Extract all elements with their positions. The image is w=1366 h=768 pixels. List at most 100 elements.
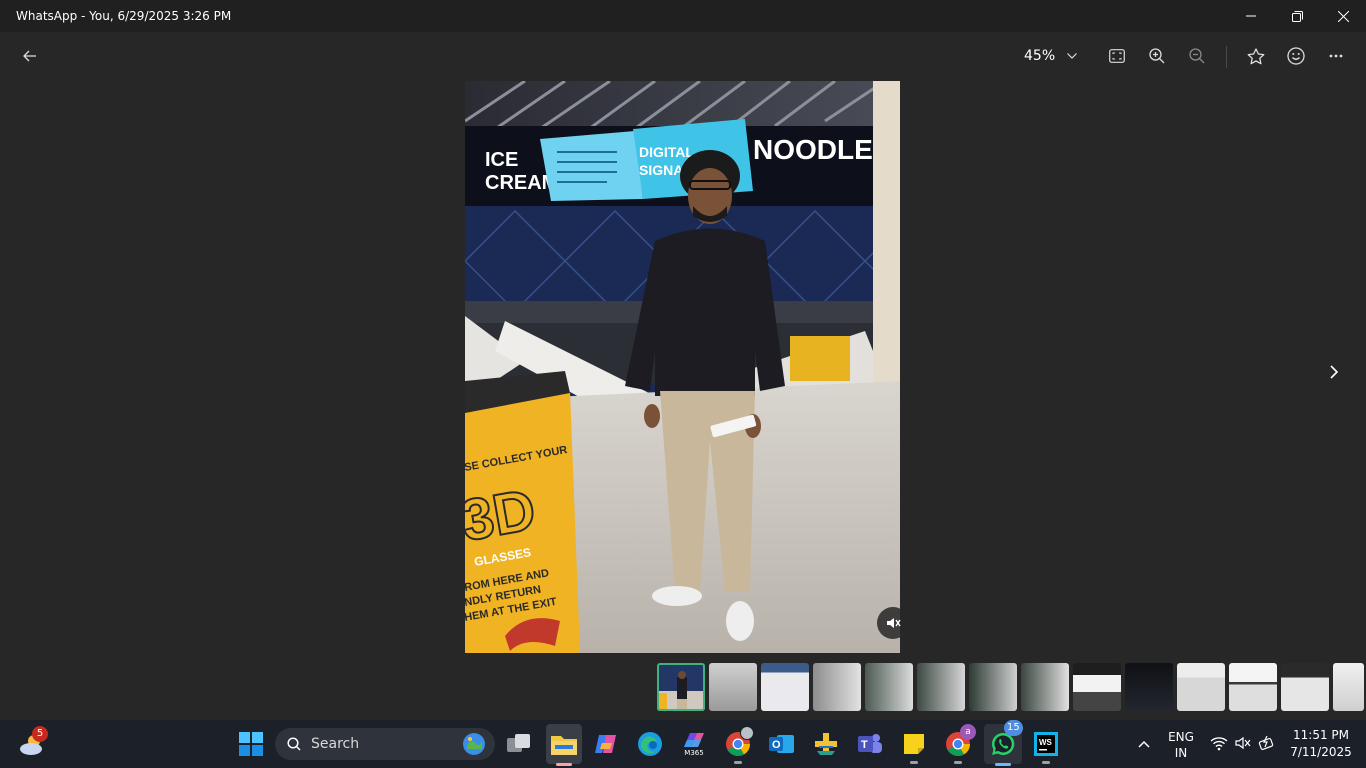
react-emoji-button[interactable] — [1282, 42, 1310, 70]
running-indicator — [954, 761, 962, 764]
star-button[interactable] — [1242, 42, 1270, 70]
emoji-icon — [1287, 47, 1305, 65]
filmstrip-thumb-selected[interactable] — [657, 663, 705, 711]
zoom-out-button[interactable] — [1183, 42, 1211, 70]
star-icon — [1247, 47, 1265, 64]
more-horizontal-icon — [1329, 54, 1343, 58]
photo-illustration: ICE CREAM DIGITAL SIGNAG NOODLES SE COLL… — [465, 81, 900, 653]
region-code: IN — [1174, 746, 1188, 760]
m365-button[interactable]: M365 — [678, 728, 710, 760]
svg-text:T: T — [861, 739, 868, 751]
filmstrip-thumb[interactable] — [1229, 663, 1277, 711]
restore-button[interactable] — [1274, 0, 1320, 32]
close-button[interactable] — [1320, 0, 1366, 32]
app-plus-button[interactable] — [810, 728, 842, 760]
folder-icon — [551, 736, 577, 755]
mute-button[interactable] — [877, 607, 909, 639]
teams-icon: T — [858, 734, 882, 753]
more-options-button[interactable] — [1322, 42, 1350, 70]
filmstrip-thumb[interactable] — [1177, 663, 1225, 711]
chrome-profile-button[interactable]: a — [942, 724, 976, 764]
viewer-toolbar: 45% — [0, 32, 1366, 80]
filmstrip-thumb[interactable] — [865, 663, 913, 711]
taskbar: 5 Search M365 O T a 15 WS ENG IN 11:51 P… — [0, 720, 1366, 768]
chrome-button[interactable] — [722, 726, 754, 764]
filmstrip-thumb[interactable] — [1021, 663, 1069, 711]
zoom-in-button[interactable] — [1143, 42, 1171, 70]
file-explorer-button[interactable] — [546, 724, 582, 766]
clock-date: 7/11/2025 — [1290, 745, 1352, 759]
close-icon — [1337, 10, 1349, 22]
search-placeholder: Search — [311, 736, 360, 752]
wifi-icon — [1210, 737, 1228, 751]
filmstrip-thumb[interactable] — [1073, 663, 1121, 711]
search-icon — [287, 737, 301, 751]
zoom-out-icon — [1189, 48, 1205, 64]
filmstrip-thumb[interactable] — [813, 663, 861, 711]
svg-text:DIGITAL: DIGITAL — [639, 144, 694, 160]
search-highlight-icon — [463, 733, 485, 755]
running-indicator — [734, 761, 742, 764]
windows-logo-icon — [239, 732, 263, 756]
filmstrip-thumb[interactable] — [917, 663, 965, 711]
fit-to-screen-button[interactable] — [1103, 42, 1131, 70]
taskbar-search-box[interactable]: Search — [275, 728, 495, 760]
filmstrip-thumb[interactable] — [1333, 663, 1364, 711]
ice-cream-sign: ICE — [485, 149, 518, 171]
task-view-icon — [507, 734, 530, 752]
edge-icon — [638, 732, 662, 756]
zoom-level: 45% — [1024, 48, 1056, 64]
filmstrip-thumb[interactable] — [1281, 663, 1329, 711]
clock[interactable]: 11:51 PM 7/11/2025 — [1284, 726, 1358, 762]
zoom-in-icon — [1149, 48, 1165, 64]
restore-icon — [1291, 10, 1303, 22]
svg-text:O: O — [772, 739, 781, 751]
speaker-muted-icon — [1235, 736, 1251, 750]
running-indicator — [910, 761, 918, 764]
minimize-icon — [1246, 15, 1256, 17]
thumb-photo-icon — [657, 663, 705, 711]
teams-button[interactable]: T — [854, 728, 886, 760]
m365-icon — [684, 733, 704, 747]
photo-viewer-image: ICE CREAM DIGITAL SIGNAG NOODLES SE COLL… — [465, 81, 900, 653]
running-indicator — [1042, 761, 1050, 764]
copilot-icon — [595, 735, 616, 753]
active-indicator — [995, 763, 1011, 766]
filmstrip-thumb[interactable] — [969, 663, 1017, 711]
zoom-dropdown-button[interactable] — [1058, 42, 1086, 70]
back-button[interactable] — [16, 42, 44, 70]
edge-button[interactable] — [634, 728, 666, 760]
webstorm-button[interactable]: WS — [1030, 728, 1062, 764]
chevron-up-icon — [1138, 740, 1150, 748]
sticky-notes-button[interactable] — [898, 728, 930, 764]
filmstrip-thumb[interactable] — [709, 663, 757, 711]
copilot-button[interactable] — [590, 728, 622, 760]
chrome-profile-badge: a — [960, 724, 976, 740]
quick-settings-button[interactable] — [1208, 734, 1278, 754]
filmstrip-thumb[interactable] — [1125, 663, 1173, 711]
chevron-down-icon — [1067, 53, 1077, 59]
language-code: ENG — [1168, 730, 1194, 744]
language-indicator[interactable]: ENG IN — [1164, 728, 1198, 760]
minimize-button[interactable] — [1228, 0, 1274, 32]
clock-time: 11:51 PM — [1293, 728, 1349, 742]
active-indicator — [556, 763, 572, 766]
next-image-button[interactable] — [1320, 358, 1348, 386]
svg-text:WS: WS — [1039, 738, 1053, 747]
show-hidden-icons-button[interactable] — [1128, 728, 1160, 760]
speaker-muted-icon — [887, 618, 901, 628]
window-title: WhatsApp - You, 6/29/2025 3:26 PM — [16, 9, 232, 23]
weather-widget[interactable]: 5 — [16, 726, 48, 760]
start-button[interactable] — [235, 728, 267, 760]
outlook-button[interactable]: O — [766, 728, 798, 760]
whatsapp-button[interactable]: 15 — [984, 720, 1023, 766]
toolbar-divider — [1226, 46, 1227, 68]
webstorm-icon: WS — [1034, 732, 1058, 756]
chrome-profile-avatar — [740, 726, 754, 740]
filmstrip-thumb[interactable] — [761, 663, 809, 711]
svg-text:3D: 3D — [465, 477, 540, 554]
sticky-notes-icon — [904, 734, 924, 754]
arrow-left-icon — [23, 50, 36, 62]
task-view-button[interactable] — [503, 728, 535, 760]
outlook-icon: O — [769, 735, 794, 753]
